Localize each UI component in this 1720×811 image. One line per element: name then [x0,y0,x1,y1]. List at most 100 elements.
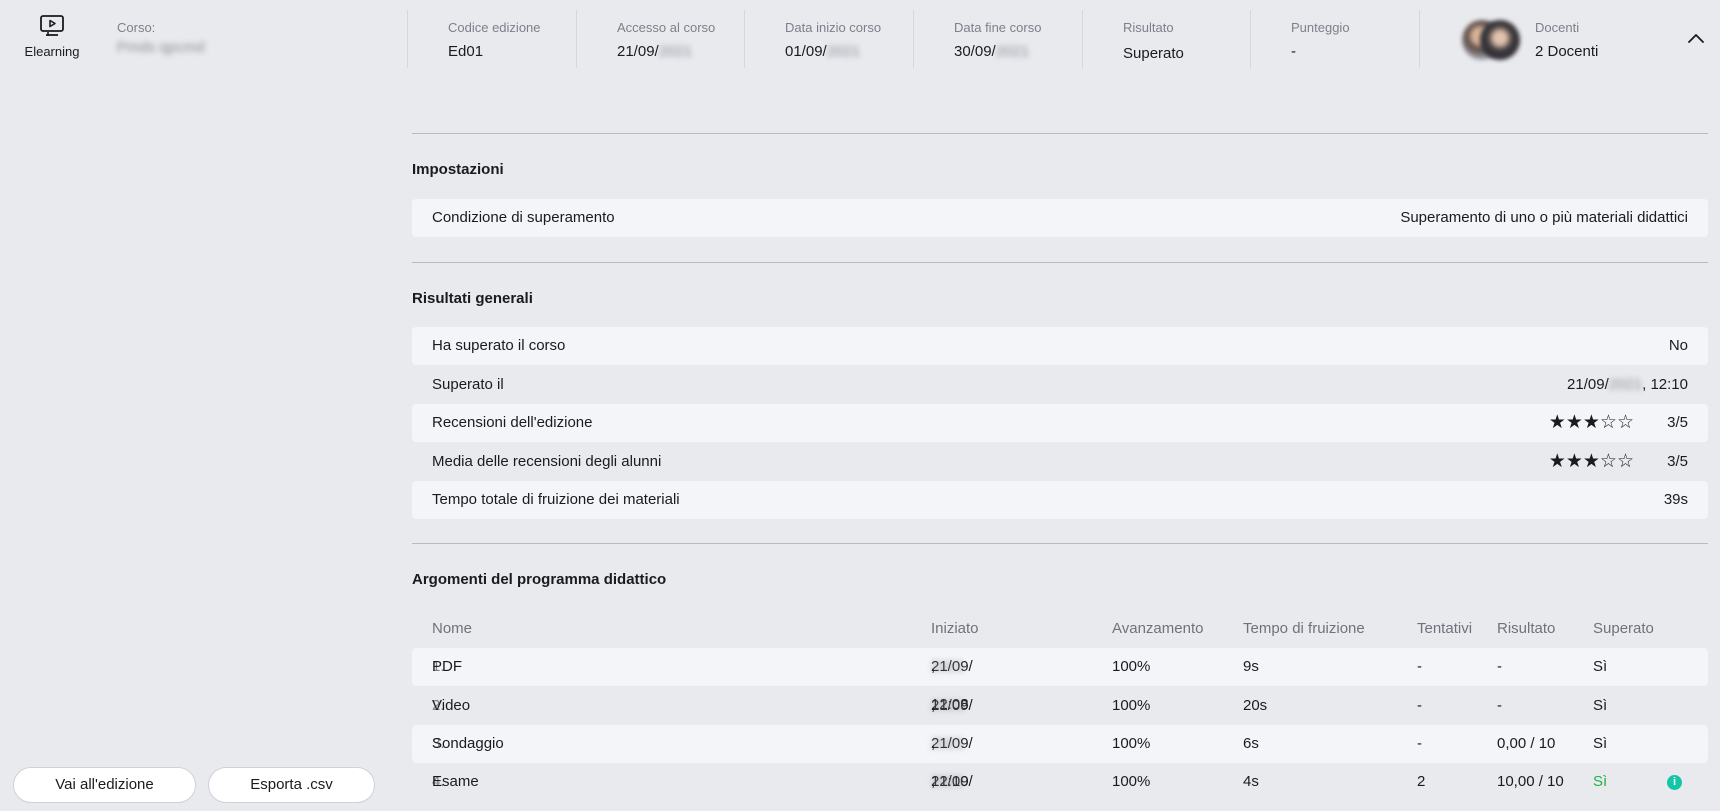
header-divider [744,10,745,68]
header-divider [1419,10,1420,68]
time-text: , 12:10 [1642,376,1688,393]
col-header-progress: Avanzamento [1112,620,1204,637]
settings-row: Condizione di superamento Superamento di… [412,199,1708,237]
header-col-label: Data fine corso [954,20,1042,35]
result-value: 3/5 [1667,414,1688,431]
course-type-label: Elearning [24,44,80,59]
star-filled-icon: ★ [1548,451,1566,472]
row-passed: Sì [1593,697,1608,714]
table-row[interactable]: 4. Esame 21/09/2021, 12:10 100% 4s 2 10,… [412,763,1708,801]
time-text: , 12:10 [931,773,936,790]
header-divider [407,10,408,68]
result-row-passed: Ha superato il corso No [412,327,1708,365]
col-header-passed: Superato [1593,620,1654,637]
go-to-edition-button[interactable]: Vai all'edizione [13,767,196,803]
header-course-start: Data inizio corso 01/09/2021 [785,20,881,62]
course-name-value: Pmds qpcmd [117,39,205,56]
header-col-blur: 2021 [995,43,1030,60]
course-name-label: Corso: [117,20,156,35]
video-monitor-icon [40,15,64,36]
row-name: Esame [432,773,479,790]
row-name: Sondaggio [432,735,504,752]
row-result: 0,00 / 10 [1497,735,1556,752]
result-row-edition-review: Recensioni dell'edizione ★★★☆☆ 3/5 [412,404,1708,442]
header-divider [1082,10,1083,68]
info-icon[interactable]: i [1667,775,1682,790]
col-header-attempts: Tentativi [1417,620,1473,637]
result-label: Recensioni dell'edizione [432,414,593,431]
export-csv-button[interactable]: Esporta .csv [208,767,375,803]
star-empty-icon: ☆ [1616,412,1634,433]
header-col-value: 30/09/ [954,43,996,60]
header-col-value: 01/09/ [785,43,827,60]
result-value: 21/09/2021, 12:10 [1567,366,1688,404]
row-progress: 100% [1112,773,1151,790]
course-header: Elearning Corso: Pmds qpcmd Codice edizi… [0,0,1720,80]
program-title: Argomenti del programma didattico [412,571,667,588]
row-name: Video [432,697,471,714]
row-progress: 100% [1112,735,1151,752]
col-header-started: Iniziato [931,620,979,637]
col-header-duration: Tempo di fruizione [1243,620,1365,637]
chevron-up-icon[interactable] [1686,30,1706,46]
rating-stars: ★★★☆☆ [1549,404,1634,442]
header-edition-code: Codice edizione Ed01 [448,20,541,62]
header-col-label: Risultato [1123,20,1174,35]
table-row[interactable]: 3. Sondaggio 21/09/2021, 12:10 100% 6s -… [412,725,1708,790]
star-filled-icon: ★ [1582,412,1600,433]
result-row-passed-on: Superato il 21/09/2021, 12:10 [412,366,1708,404]
row-name: PDF [432,658,462,675]
result-value: 3/5 [1667,453,1688,470]
star-empty-icon: ☆ [1599,451,1617,472]
col-header-result: Risultato [1497,620,1556,637]
header-divider [576,10,577,68]
row-result: - [1497,697,1502,714]
header-col-value: Superato [1123,45,1184,62]
row-attempts: - [1417,658,1422,675]
star-filled-icon: ★ [1565,451,1583,472]
header-teachers[interactable]: Docenti 2 Docenti [1535,20,1598,62]
row-attempts: 2 [1417,773,1426,790]
row-passed: Sì [1593,658,1608,675]
avatar [1480,20,1520,60]
header-col-label: Punteggio [1291,20,1350,35]
result-label: Superato il [432,376,504,393]
header-col-value: Ed01 [448,43,484,60]
table-row[interactable]: 2. Video 21/09/2021, 12:08 100% 20s - - … [412,687,1708,752]
row-result: 10,00 / 10 [1497,773,1564,790]
result-label: Media delle recensioni degli alunni [432,453,662,470]
program-table-header: Nome Iniziato Avanzamento Tempo di fruiz… [412,610,1708,648]
row-passed: Sì [1593,773,1608,790]
row-attempts: - [1417,697,1422,714]
star-empty-icon: ☆ [1616,451,1634,472]
header-col-value: 2 Docenti [1535,43,1599,60]
result-label: Ha superato il corso [432,337,566,354]
header-col-label: Accesso al corso [617,20,716,35]
result-label: Tempo totale di fruizione dei materiali [432,491,680,508]
row-duration: 9s [1243,658,1259,675]
row-duration: 4s [1243,773,1259,790]
star-filled-icon: ★ [1548,412,1566,433]
row-passed: Sì [1593,735,1608,752]
course-type: Elearning [20,14,84,59]
header-col-label: Codice edizione [448,20,541,35]
table-row[interactable]: 1. PDF 21/09/2021, 12:08 100% 9s - - Sì [412,648,1708,713]
row-duration: 6s [1243,735,1259,752]
settings-label: Condizione di superamento [432,209,615,226]
header-divider [1250,10,1251,68]
header-col-label: Docenti [1535,20,1580,35]
result-value: 39s [1663,491,1688,508]
rating-stars: ★★★☆☆ [1549,443,1634,481]
teachers-avatars[interactable] [1462,20,1520,60]
row-attempts: - [1417,735,1422,752]
row-progress: 100% [1112,697,1151,714]
date-text: 21/09/ [1567,376,1609,393]
header-col-label: Data inizio corso [785,20,882,35]
star-filled-icon: ★ [1565,412,1583,433]
settings-value: Superamento di uno o più materiali didat… [1400,209,1688,226]
result-value: No [1668,337,1688,354]
row-result: - [1497,658,1502,675]
course-name: Corso: Pmds qpcmd [117,20,205,58]
header-course-access: Accesso al corso 21/09/2021 [617,20,715,62]
row-duration: 20s [1243,697,1268,714]
